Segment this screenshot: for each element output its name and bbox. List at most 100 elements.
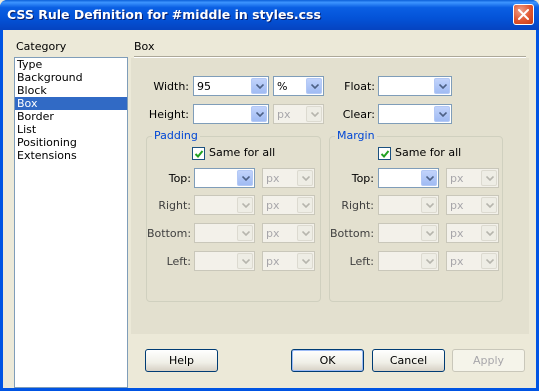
padding-right-unit-arrow[interactable] [297, 197, 313, 213]
margin-same-label[interactable]: Same for all [395, 146, 461, 159]
height-dropdown-arrow[interactable] [251, 106, 267, 122]
section-title: Box [134, 40, 155, 53]
category-item-block[interactable]: Block [15, 84, 127, 97]
help-button[interactable]: Help [145, 349, 218, 372]
checkmark-icon [380, 150, 390, 158]
margin-bottom-label: Bottom: [330, 227, 375, 240]
width-dropdown-arrow[interactable] [251, 78, 267, 94]
chevron-down-icon [426, 259, 434, 264]
chevron-down-icon [311, 84, 319, 89]
chevron-down-icon [486, 176, 494, 181]
chevron-down-icon [486, 259, 494, 264]
padding-right-input[interactable] [194, 195, 255, 215]
margin-bottom-unit-value: px [450, 227, 464, 240]
width-input[interactable]: 95 [193, 76, 269, 96]
margin-right-label: Right: [341, 199, 374, 212]
margin-right-arrow[interactable] [421, 197, 437, 213]
margin-right-unit-arrow[interactable] [481, 197, 497, 213]
height-unit-select[interactable]: px [273, 104, 324, 124]
float-label: Float: [344, 80, 375, 93]
close-button[interactable] [513, 4, 534, 25]
padding-left-arrow[interactable] [237, 253, 253, 269]
padding-right-unit[interactable]: px [262, 195, 315, 215]
chevron-down-icon [256, 84, 264, 89]
title-bar[interactable]: CSS Rule Definition for #middle in style… [0, 0, 539, 30]
margin-same-checkbox[interactable] [378, 147, 391, 160]
category-item-background[interactable]: Background [15, 71, 127, 84]
padding-top-arrow[interactable] [237, 170, 253, 186]
margin-top-input[interactable] [378, 168, 439, 188]
width-label: Width: [153, 80, 189, 93]
margin-right-unit[interactable]: px [446, 195, 499, 215]
category-item-border[interactable]: Border [15, 110, 127, 123]
chevron-down-icon [302, 176, 310, 181]
padding-top-input[interactable] [194, 168, 255, 188]
padding-bottom-arrow[interactable] [237, 225, 253, 241]
height-label: Height: [148, 108, 189, 121]
chevron-down-icon [242, 176, 250, 181]
margin-top-unit-arrow[interactable] [481, 170, 497, 186]
apply-button[interactable]: Apply [452, 349, 525, 372]
chevron-down-icon [256, 112, 264, 117]
float-dropdown-arrow[interactable] [434, 78, 450, 94]
width-unit-select[interactable]: % [273, 76, 324, 96]
category-item-type[interactable]: Type [15, 58, 127, 71]
chevron-down-icon [426, 231, 434, 236]
margin-left-unit[interactable]: px [446, 251, 499, 271]
chevron-down-icon [242, 259, 250, 264]
margin-right-input[interactable] [378, 195, 439, 215]
category-item-positioning[interactable]: Positioning [15, 136, 127, 149]
padding-left-unit-value: px [266, 255, 280, 268]
margin-top-arrow[interactable] [421, 170, 437, 186]
category-item-list[interactable]: List [15, 123, 127, 136]
chevron-down-icon [311, 112, 319, 117]
width-unit-arrow[interactable] [306, 78, 322, 94]
padding-bottom-input[interactable] [194, 223, 255, 243]
margin-left-unit-arrow[interactable] [481, 253, 497, 269]
height-unit-arrow[interactable] [306, 106, 322, 122]
chevron-down-icon [302, 231, 310, 236]
width-value: 95 [197, 80, 211, 93]
padding-right-arrow[interactable] [237, 197, 253, 213]
margin-left-input[interactable] [378, 251, 439, 271]
padding-group-title: Padding [152, 129, 200, 142]
padding-left-input[interactable] [194, 251, 255, 271]
padding-right-unit-value: px [266, 199, 280, 212]
margin-bottom-unit[interactable]: px [446, 223, 499, 243]
chevron-down-icon [439, 84, 447, 89]
category-list[interactable]: Type Background Block Box Border List Po… [14, 57, 128, 388]
margin-top-unit[interactable]: px [446, 168, 499, 188]
category-item-extensions[interactable]: Extensions [15, 149, 127, 162]
padding-bottom-unit[interactable]: px [262, 223, 315, 243]
chevron-down-icon [242, 203, 250, 208]
margin-left-arrow[interactable] [421, 253, 437, 269]
margin-top-label: Top: [351, 172, 374, 185]
padding-left-unit-arrow[interactable] [297, 253, 313, 269]
padding-same-checkbox[interactable] [192, 147, 205, 160]
padding-left-unit[interactable]: px [262, 251, 315, 271]
cancel-button[interactable]: Cancel [372, 349, 445, 372]
padding-group: Padding Same for all Top: px Right: px B… [146, 129, 321, 302]
clear-dropdown-arrow[interactable] [434, 106, 450, 122]
float-select[interactable] [378, 76, 452, 96]
padding-top-unit-arrow[interactable] [297, 170, 313, 186]
clear-select[interactable] [378, 104, 452, 124]
padding-top-unit[interactable]: px [262, 168, 315, 188]
width-unit-value: % [277, 80, 288, 93]
margin-top-unit-value: px [450, 172, 464, 185]
dialog-body: Category Type Background Block Box Borde… [3, 30, 536, 388]
padding-same-label[interactable]: Same for all [209, 146, 275, 159]
ok-button[interactable]: OK [291, 349, 364, 372]
dialog-window: CSS Rule Definition for #middle in style… [0, 0, 539, 391]
height-input[interactable] [193, 104, 269, 124]
category-item-box[interactable]: Box [15, 97, 127, 110]
chevron-down-icon [486, 231, 494, 236]
chevron-down-icon [302, 203, 310, 208]
margin-bottom-input[interactable] [378, 223, 439, 243]
margin-bottom-arrow[interactable] [421, 225, 437, 241]
margin-group-title: Margin [335, 129, 377, 142]
margin-bottom-unit-arrow[interactable] [481, 225, 497, 241]
margin-left-unit-value: px [450, 255, 464, 268]
padding-bottom-unit-arrow[interactable] [297, 225, 313, 241]
margin-right-unit-value: px [450, 199, 464, 212]
